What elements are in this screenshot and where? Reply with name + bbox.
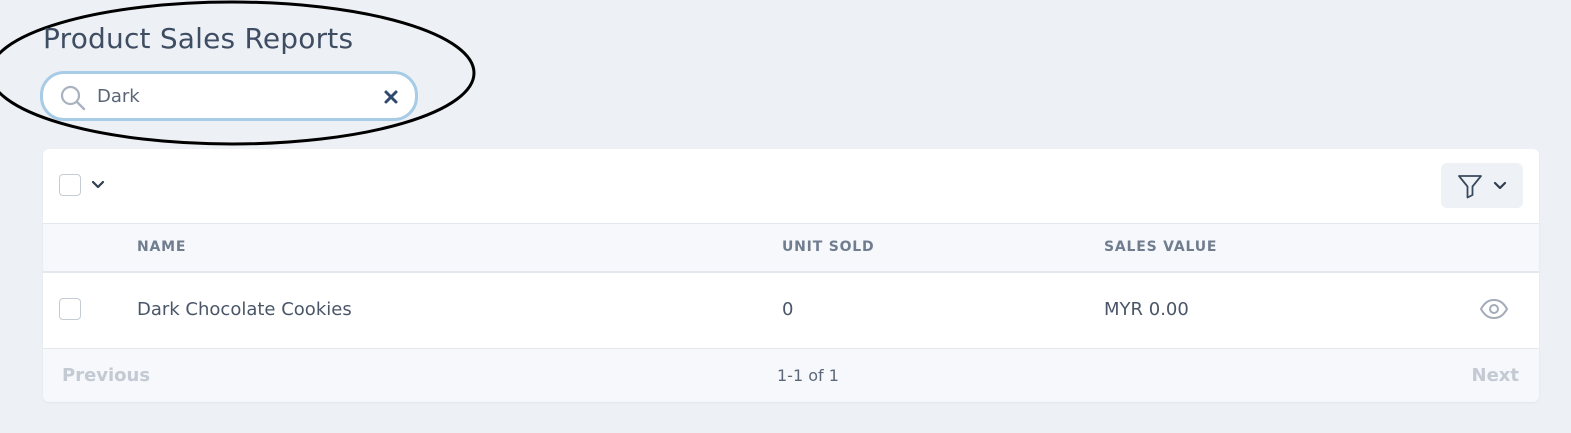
product-name-cell: Dark Chocolate Cookies	[137, 299, 352, 320]
search-input[interactable]	[97, 80, 367, 112]
report-table-card: NAME UNIT SOLD SALES VALUE Dark Chocolat…	[43, 149, 1539, 402]
pagination: Previous 1-1 of 1 Next	[43, 349, 1539, 402]
row-checkbox[interactable]	[59, 298, 81, 320]
eye-icon[interactable]	[1479, 297, 1509, 321]
chevron-down-icon	[1493, 181, 1507, 190]
sales-value-cell: MYR 0.00	[1104, 299, 1189, 320]
page-info: 1-1 of 1	[777, 366, 839, 385]
next-page-link[interactable]: Next	[1472, 365, 1520, 386]
select-all-checkbox[interactable]	[59, 174, 81, 196]
column-header-unit-sold[interactable]: UNIT SOLD	[782, 239, 874, 255]
page-title: Product Sales Reports	[43, 22, 354, 55]
previous-page-link[interactable]: Previous	[62, 365, 150, 386]
filter-icon	[1458, 175, 1482, 199]
table-header: NAME UNIT SOLD SALES VALUE	[43, 224, 1539, 273]
column-header-sales-value[interactable]: SALES VALUE	[1104, 239, 1217, 255]
filter-button[interactable]	[1441, 163, 1523, 208]
close-icon[interactable]	[383, 89, 399, 105]
chevron-down-icon[interactable]	[91, 179, 105, 191]
column-header-name[interactable]: NAME	[137, 239, 186, 255]
units-sold-cell: 0	[782, 299, 794, 320]
table-row[interactable]: Dark Chocolate Cookies 0 MYR 0.00	[43, 273, 1539, 349]
table-toolbar	[43, 149, 1539, 224]
search-box[interactable]	[40, 71, 418, 121]
search-icon	[60, 85, 86, 111]
